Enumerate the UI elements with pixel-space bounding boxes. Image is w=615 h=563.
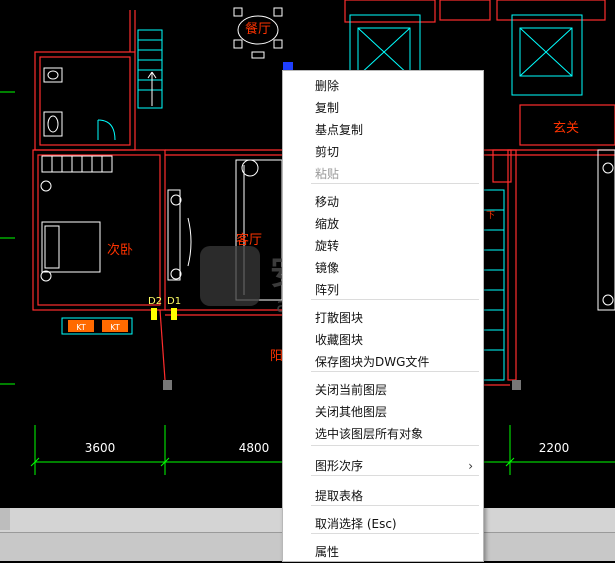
menu-separator	[311, 371, 479, 372]
column	[163, 380, 172, 390]
menu-separator	[311, 505, 479, 506]
bed-icon	[41, 221, 101, 273]
menu-item-cut[interactable]: 剪切	[283, 141, 483, 163]
menu-item-delete[interactable]: 删除	[283, 75, 483, 97]
menu-item-label: 收藏图块	[315, 333, 364, 347]
menu-item-label: 粘贴	[315, 167, 340, 181]
bathroom-wall	[34, 51, 136, 151]
menu-item-copy[interactable]: 复制	[283, 97, 483, 119]
lamp-icon	[40, 180, 52, 192]
context-menu: 删除复制基点复制剪切粘贴移动缩放旋转镜像阵列打散图块收藏图块保存图块为DWG文件…	[282, 70, 484, 562]
menu-item-save-block-as-dwg[interactable]: 保存图块为DWG文件	[283, 351, 483, 373]
menu-item-rotate[interactable]: 旋转	[283, 235, 483, 257]
bedroom-wall-inner	[37, 154, 161, 306]
menu-separator	[311, 183, 479, 184]
menu-item-mirror[interactable]: 镜像	[283, 257, 483, 279]
room-label-living: 客厅	[236, 232, 262, 248]
column	[512, 380, 521, 390]
toilet-icon	[43, 67, 63, 83]
menu-item-draw-order[interactable]: 图形次序 ›	[283, 455, 483, 477]
room-label-dining: 餐厅	[245, 21, 271, 37]
menu-separator	[311, 533, 479, 534]
menu-item-label: 打散图块	[315, 311, 364, 325]
menu-item-scale[interactable]: 缩放	[283, 213, 483, 235]
menu-item-paste: 粘贴	[283, 163, 483, 185]
menu-item-label: 复制	[315, 101, 340, 115]
door-label-d1: D1	[167, 296, 181, 307]
room-label-foyer: 玄关	[553, 121, 579, 136]
stairs-outline	[137, 29, 163, 109]
menu-item-label: 关闭其他图层	[315, 405, 388, 419]
menu-item-label: 提取表格	[315, 489, 364, 503]
ac-label: KT	[110, 323, 120, 332]
chevron-right-icon: ›	[468, 459, 473, 473]
menu-item-label: 关闭当前图层	[315, 383, 388, 397]
door-label-d2: D2	[148, 296, 162, 307]
cabinet-outline	[167, 189, 181, 281]
sofa-icon	[235, 159, 283, 301]
menu-item-close-current-layer[interactable]: 关闭当前图层	[283, 379, 483, 401]
door-marker-d2	[151, 308, 157, 320]
menu-item-base-point-copy[interactable]: 基点复制	[283, 119, 483, 141]
menu-item-cancel-selection[interactable]: 取消选择 (Esc)	[283, 513, 483, 535]
menu-item-select-all-in-layer[interactable]: 选中该图层所有对象	[283, 423, 483, 445]
wall-line	[159, 309, 166, 381]
ac-label: KT	[76, 323, 86, 332]
menu-item-label: 属性	[315, 545, 340, 559]
sofa-right	[597, 149, 615, 311]
menu-item-label: 保存图块为DWG文件	[315, 355, 430, 369]
menu-item-label: 缩放	[315, 217, 340, 231]
menu-item-label: 选中该图层所有对象	[315, 427, 424, 441]
dimension-text: 2200	[539, 441, 570, 455]
menu-item-label: 取消选择 (Esc)	[315, 517, 397, 531]
menu-separator	[311, 445, 479, 446]
stair-direction-label: 下	[486, 211, 495, 221]
menu-item-extract-table[interactable]: 提取表格	[283, 485, 483, 507]
menu-item-label: 剪切	[315, 145, 340, 159]
menu-item-favorite-block[interactable]: 收藏图块	[283, 329, 483, 351]
menu-separator	[311, 475, 479, 476]
room-label-second-bedroom: 次卧	[107, 242, 133, 258]
menu-item-label: 移动	[315, 195, 340, 209]
menu-item-label: 删除	[315, 79, 340, 93]
menu-item-move[interactable]: 移动	[283, 191, 483, 213]
door-marker-d1	[171, 308, 177, 320]
menu-item-close-other-layers[interactable]: 关闭其他图层	[283, 401, 483, 423]
menu-item-label: 镜像	[315, 261, 340, 275]
dimension-text: 4800	[239, 441, 270, 455]
scrollbar-corner[interactable]	[0, 508, 10, 530]
menu-item-label: 图形次序	[315, 459, 364, 473]
menu-item-label: 旋转	[315, 239, 340, 253]
menu-item-label: 阵列	[315, 283, 340, 297]
menu-item-explode-block[interactable]: 打散图块	[283, 307, 483, 329]
menu-item-label: 基点复制	[315, 123, 364, 137]
bedroom-wall	[32, 149, 166, 311]
menu-item-array[interactable]: 阵列	[283, 279, 483, 301]
dimension-text: 3600	[85, 441, 116, 455]
menu-separator	[311, 299, 479, 300]
